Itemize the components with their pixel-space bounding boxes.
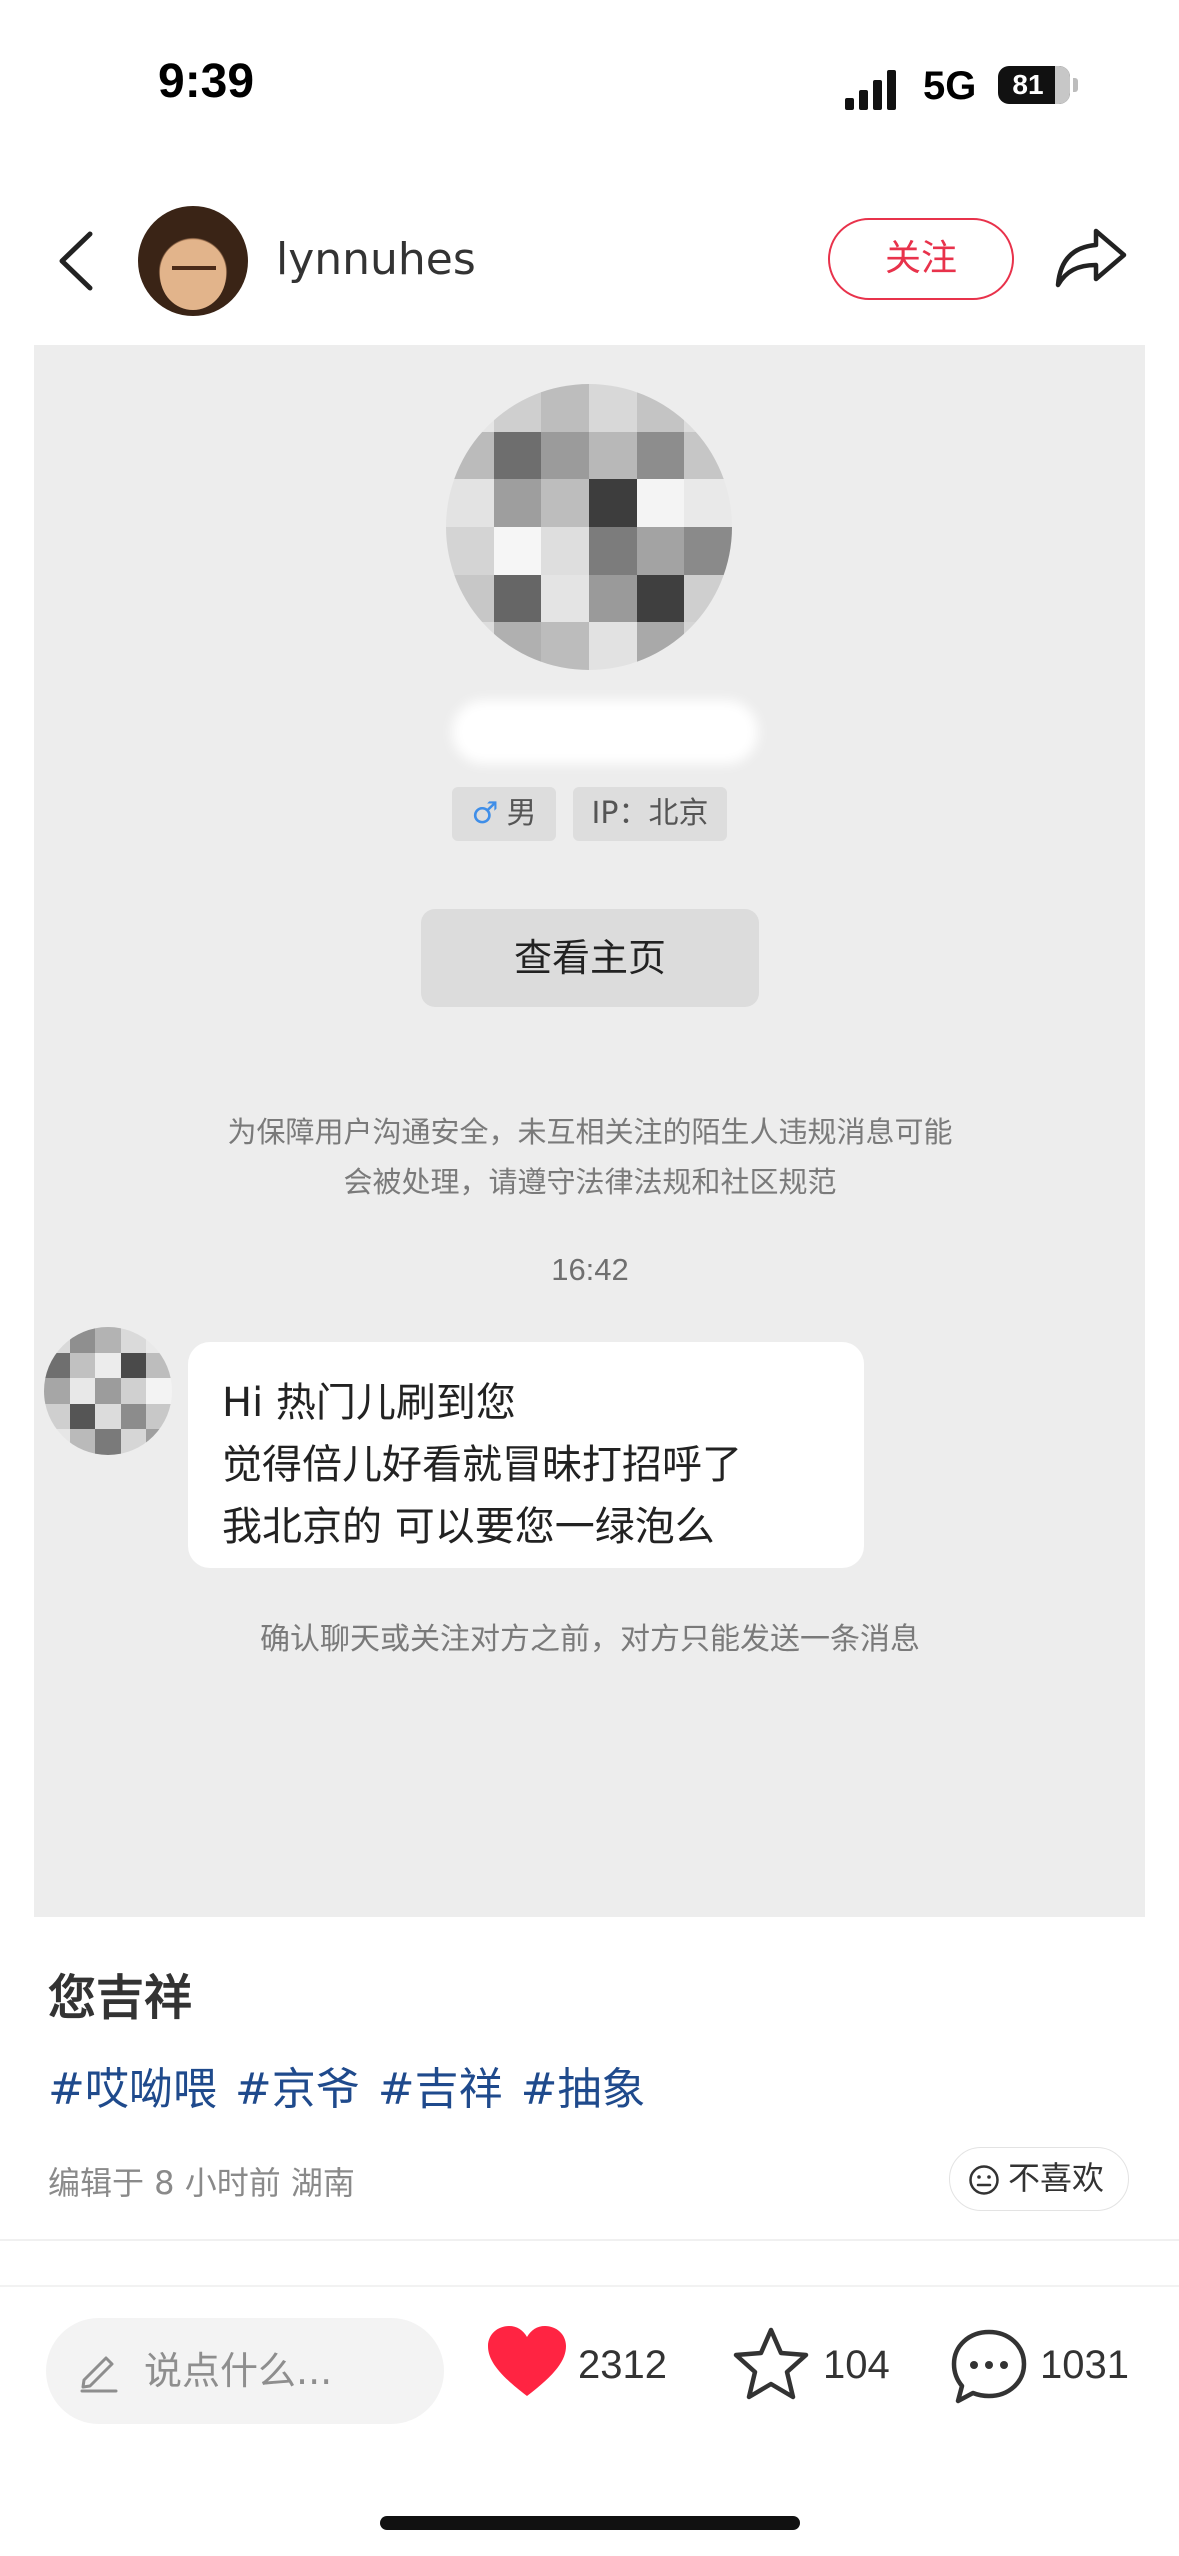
post-meta: 编辑于 8 小时前 湖南	[48, 2164, 355, 2202]
message-limit-tip: 确认聊天或关注对方之前，对方只能发送一条消息	[260, 1622, 920, 1657]
signal-icon	[845, 66, 905, 110]
divider	[0, 2239, 1179, 2241]
post-title: 您吉祥	[48, 1970, 193, 2026]
comment-count: 1031	[1040, 2343, 1129, 2387]
divider	[0, 2285, 1179, 2287]
status-time: 9:39	[158, 55, 255, 108]
dislike-button[interactable]: 不喜欢	[949, 2147, 1129, 2211]
sender-avatar	[44, 1327, 172, 1455]
blurred-nickname	[452, 700, 758, 764]
safety-notice-line2: 会被处理，请遵守法律法规和社区规范	[343, 1165, 837, 1199]
message-line: Hi 热门儿刷到您	[222, 1380, 516, 1426]
collect-count: 104	[823, 2343, 890, 2387]
home-indicator[interactable]	[380, 2516, 800, 2530]
hashtag-link[interactable]: #京爷	[235, 2064, 360, 2115]
gender-label: 男	[506, 796, 537, 831]
follow-button[interactable]: 关注	[828, 218, 1014, 300]
network-label: 5G	[923, 64, 977, 108]
hashtag-list: #哎呦喂 #京爷 #吉祥 #抽象	[48, 2053, 664, 2117]
safety-notice-line1: 为保障用户沟通安全，未互相关注的陌生人违规消息可能	[227, 1115, 953, 1149]
battery-level: 81	[1012, 69, 1044, 100]
male-symbol-icon: ♂	[471, 796, 499, 831]
avatar-eyes	[172, 266, 216, 276]
message-timestamp: 16:42	[551, 1252, 629, 1287]
safety-notice: 为保障用户沟通安全，未互相关注的陌生人违规消息可能 会被处理，请遵守法律法规和社…	[150, 1107, 1030, 1207]
hashtag-link[interactable]: #吉祥	[378, 2064, 503, 2115]
comment-icon[interactable]	[950, 2328, 1028, 2406]
view-homepage-button[interactable]: 查看主页	[421, 909, 759, 1007]
blurred-profile-avatar	[446, 384, 732, 670]
message-bubble: Hi 热门儿刷到您 觉得倍儿好看就冒昧打招呼了 我北京的 可以要您一绿泡么	[188, 1342, 864, 1568]
message-line: 我北京的 可以要您一绿泡么	[222, 1504, 715, 1550]
heart-icon[interactable]	[486, 2324, 568, 2400]
dislike-label: 不喜欢	[1008, 2159, 1105, 2197]
hashtag-link[interactable]: #哎呦喂	[48, 2064, 217, 2115]
pencil-icon	[80, 2356, 118, 2393]
message-line: 觉得倍儿好看就冒昧打招呼了	[222, 1442, 742, 1488]
neutral-face-icon	[969, 2165, 999, 2195]
back-icon[interactable]	[52, 228, 102, 294]
hashtag-link[interactable]: #抽象	[521, 2064, 646, 2115]
star-icon[interactable]	[732, 2326, 810, 2402]
ip-location-tag: IP：北京	[573, 787, 727, 841]
battery-tip	[1073, 78, 1078, 92]
gender-tag: ♂ 男	[452, 787, 556, 841]
author-avatar[interactable]	[138, 206, 248, 316]
author-username[interactable]: lynnuhes	[276, 234, 476, 285]
like-count: 2312	[578, 2343, 667, 2387]
comment-input[interactable]: 说点什么...	[46, 2318, 444, 2424]
share-icon[interactable]	[1054, 225, 1128, 291]
comment-placeholder: 说点什么...	[144, 2349, 333, 2393]
